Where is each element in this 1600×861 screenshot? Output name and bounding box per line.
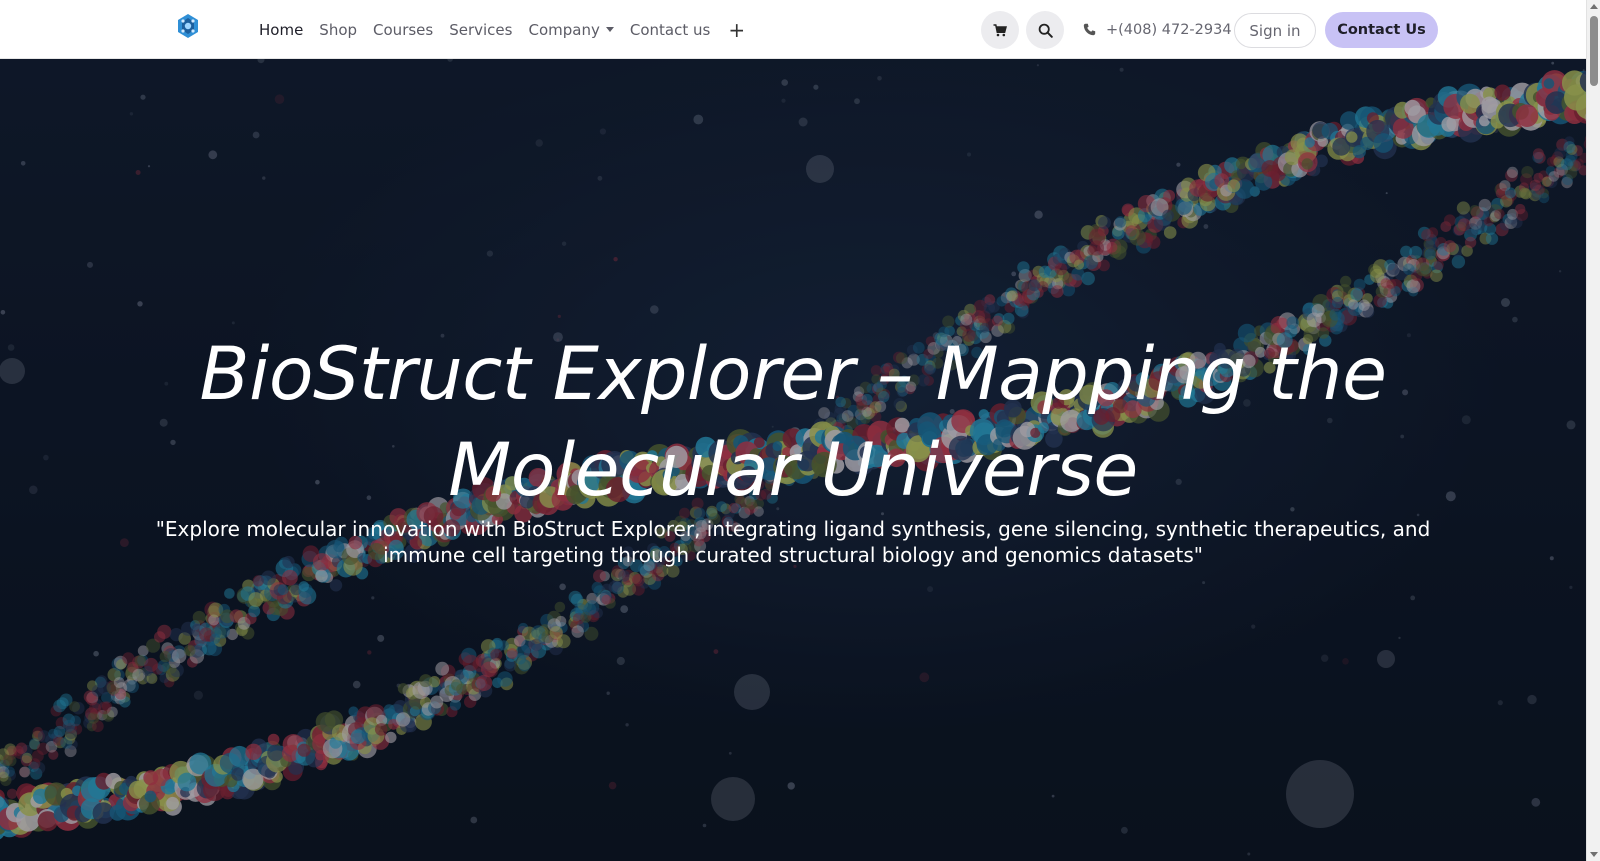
phone-number: +(408) 472-2934 <box>1106 21 1232 38</box>
nav-company-label: Company <box>528 20 600 39</box>
hero-subtitle: "Explore molecular innovation with BioSt… <box>155 517 1431 567</box>
page-scrollbar[interactable] <box>1586 0 1600 861</box>
nav-company-dropdown[interactable]: Company <box>528 20 614 39</box>
sign-in-button[interactable]: Sign in <box>1234 13 1316 48</box>
scroll-down-icon[interactable] <box>1590 852 1598 857</box>
main-nav: Home Shop Courses Services Company Conta… <box>259 0 745 59</box>
scroll-thumb[interactable] <box>1590 16 1598 86</box>
nav-courses[interactable]: Courses <box>373 21 433 39</box>
cart-button[interactable] <box>981 11 1019 49</box>
phone-link[interactable]: +(408) 472-2934 <box>1083 0 1232 59</box>
search-button[interactable] <box>1026 11 1064 49</box>
nav-shop[interactable]: Shop <box>319 21 357 39</box>
add-menu-icon[interactable]: + <box>728 20 745 40</box>
phone-icon <box>1083 23 1096 36</box>
top-navbar: Home Shop Courses Services Company Conta… <box>0 0 1586 59</box>
hero-section: BioStruct Explorer – Mapping the Molecul… <box>0 59 1586 861</box>
search-icon <box>1038 23 1053 38</box>
molecule-logo[interactable] <box>175 13 201 39</box>
nav-contact[interactable]: Contact us <box>630 21 710 39</box>
cart-icon <box>993 23 1007 36</box>
nav-services[interactable]: Services <box>449 21 512 39</box>
contact-us-button[interactable]: Contact Us <box>1325 12 1438 48</box>
nav-home[interactable]: Home <box>259 21 303 39</box>
hero-title: BioStruct Explorer – Mapping the Molecul… <box>199 332 1387 513</box>
scroll-up-icon[interactable] <box>1590 4 1598 9</box>
chevron-down-icon <box>605 27 614 32</box>
